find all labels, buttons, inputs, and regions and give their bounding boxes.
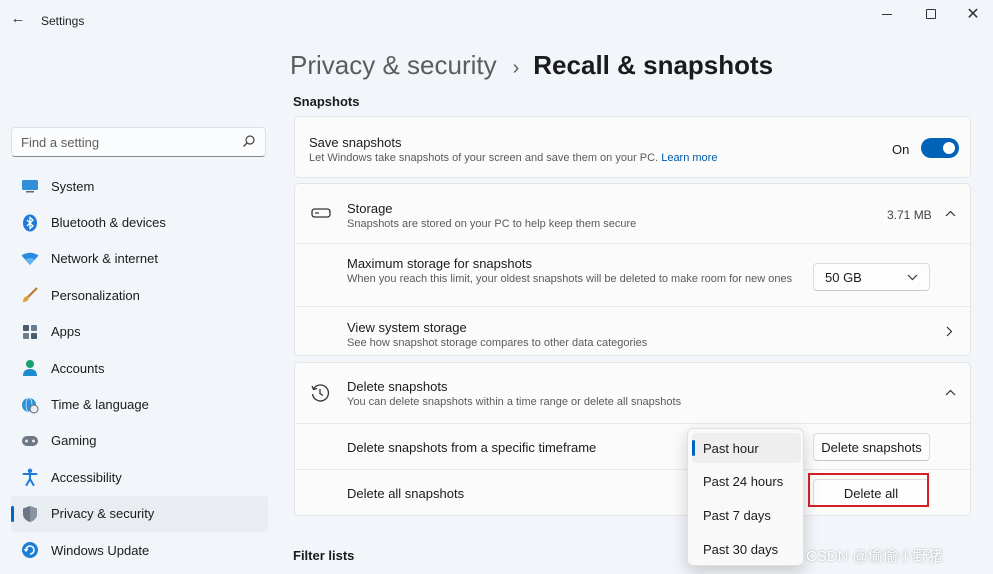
sidebar-item-label: Bluetooth & devices [51, 215, 166, 231]
apps-icon [21, 323, 39, 341]
chevron-up-icon[interactable] [945, 210, 956, 217]
close-icon: ✕ [966, 6, 980, 23]
sidebar-item-label: Gaming [51, 433, 97, 449]
sidebar-item-label: Apps [51, 324, 81, 340]
chevron-right-icon [946, 326, 953, 337]
sidebar-item-system[interactable]: System [11, 168, 268, 204]
search-input[interactable] [21, 133, 236, 151]
window-title: Settings [41, 14, 85, 28]
search-box[interactable] [11, 127, 266, 157]
filter-lists-section-title: Filter lists [293, 548, 355, 563]
storage-description: Snapshots are stored on your PC to help … [347, 218, 637, 230]
chevron-down-icon [907, 274, 918, 281]
maximize-icon [926, 9, 936, 19]
sidebar-item-label: Privacy & security [51, 506, 155, 522]
timeframe-dropdown: Past hour Past 24 hours Past 7 days Past… [687, 428, 804, 566]
delete-all-label: Delete all snapshots [347, 486, 465, 501]
windows-update-icon [21, 541, 39, 559]
max-storage-row: Maximum storage for snapshots When you r… [295, 244, 970, 306]
storage-drive-icon [311, 208, 331, 218]
breadcrumb-parent[interactable]: Privacy & security [290, 50, 497, 81]
sidebar-item-bluetooth[interactable]: Bluetooth & devices [11, 204, 268, 240]
watermark: CSDN @偷偷小野猪 [806, 548, 943, 565]
maximize-button[interactable] [916, 4, 946, 24]
sidebar-item-network[interactable]: Network & internet [11, 241, 268, 277]
globe-clock-icon [21, 396, 39, 414]
accessibility-icon [21, 468, 39, 487]
sidebar-nav: System Bluetooth & devices Network & int… [11, 168, 268, 568]
view-system-storage-title: View system storage [347, 320, 467, 335]
accounts-icon [21, 359, 39, 377]
delete-snapshots-header-row[interactable]: Delete snapshots You can delete snapshot… [295, 363, 970, 423]
max-storage-select[interactable]: 50 GB [813, 263, 930, 291]
sidebar-item-label: System [51, 178, 95, 194]
sidebar-item-label: Accounts [51, 360, 105, 376]
sidebar-item-label: Time & language [51, 397, 149, 413]
storage-title: Storage [347, 201, 393, 216]
minimize-button[interactable] [872, 4, 902, 24]
timeframe-option-past-hour[interactable]: Past hour [692, 433, 801, 463]
toggle-knob [943, 142, 955, 154]
sidebar-item-privacy-security[interactable]: Privacy & security [11, 495, 268, 532]
delete-snapshots-description: You can delete snapshots within a time r… [347, 396, 682, 408]
page-title: Recall & snapshots [533, 50, 774, 80]
sidebar-item-accessibility[interactable]: Accessibility [11, 459, 268, 495]
view-system-storage-description: See how snapshot storage compares to oth… [347, 337, 648, 349]
back-arrow-icon[interactable]: ← [8, 8, 28, 28]
save-snapshots-title: Save snapshots [309, 135, 402, 150]
sidebar-item-personalization[interactable]: Personalization [11, 277, 268, 313]
sidebar-item-accounts[interactable]: Accounts [11, 350, 268, 386]
sidebar-item-label: Accessibility [51, 469, 122, 485]
gamepad-icon [21, 432, 39, 450]
breadcrumb: Privacy & security › Recall & snapshots [290, 50, 773, 81]
sidebar-item-label: Personalization [51, 287, 140, 303]
sidebar-item-apps[interactable]: Apps [11, 314, 268, 350]
minimize-icon [882, 13, 892, 15]
delete-snapshots-button[interactable]: Delete snapshots [813, 433, 930, 461]
learn-more-link[interactable]: Learn more [661, 152, 717, 164]
max-storage-description: When you reach this limit, your oldest s… [347, 273, 793, 285]
sidebar-item-label: Windows Update [51, 542, 150, 558]
chevron-up-icon[interactable] [945, 389, 956, 396]
title-bar: ← Settings ✕ [0, 0, 993, 32]
breadcrumb-separator: › [512, 57, 520, 79]
storage-size: 3.71 MB [887, 208, 932, 222]
save-snapshots-card: Save snapshots Let Windows take snapshot… [294, 116, 971, 178]
sidebar-item-label: Network & internet [51, 251, 158, 267]
bluetooth-icon [21, 214, 39, 232]
max-storage-value: 50 GB [825, 269, 862, 285]
save-snapshots-toggle[interactable] [921, 138, 959, 158]
search-icon[interactable] [242, 134, 256, 148]
delete-timeframe-label: Delete snapshots from a specific timefra… [347, 440, 597, 455]
save-snapshots-desc-text: Let Windows take snapshots of your scree… [309, 152, 659, 164]
delete-timeframe-row: Delete snapshots from a specific timefra… [295, 424, 970, 469]
timeframe-option-past-30-days[interactable]: Past 30 days [692, 534, 801, 564]
system-icon [21, 177, 39, 195]
sidebar-item-windows-update[interactable]: Windows Update [11, 532, 268, 568]
toggle-state-label: On [892, 142, 910, 157]
delete-snapshots-title: Delete snapshots [347, 379, 448, 394]
view-system-storage-row[interactable]: View system storage See how snapshot sto… [295, 307, 970, 356]
shield-icon [21, 505, 39, 523]
brush-icon [21, 286, 39, 304]
save-snapshots-description: Let Windows take snapshots of your scree… [309, 151, 717, 166]
wifi-icon [21, 250, 39, 268]
snapshots-section-title: Snapshots [293, 94, 360, 109]
history-icon [311, 384, 330, 402]
timeframe-option-past-24-hours[interactable]: Past 24 hours [692, 466, 801, 496]
timeframe-option-past-7-days[interactable]: Past 7 days [692, 500, 801, 530]
storage-header-row[interactable]: Storage Snapshots are stored on your PC … [295, 184, 970, 243]
sidebar-item-gaming[interactable]: Gaming [11, 423, 268, 459]
sidebar-item-time-language[interactable]: Time & language [11, 386, 268, 422]
max-storage-title: Maximum storage for snapshots [347, 256, 532, 271]
close-button[interactable]: ✕ [958, 4, 988, 24]
storage-card: Storage Snapshots are stored on your PC … [294, 183, 971, 356]
highlight-annotation-box [808, 473, 929, 507]
